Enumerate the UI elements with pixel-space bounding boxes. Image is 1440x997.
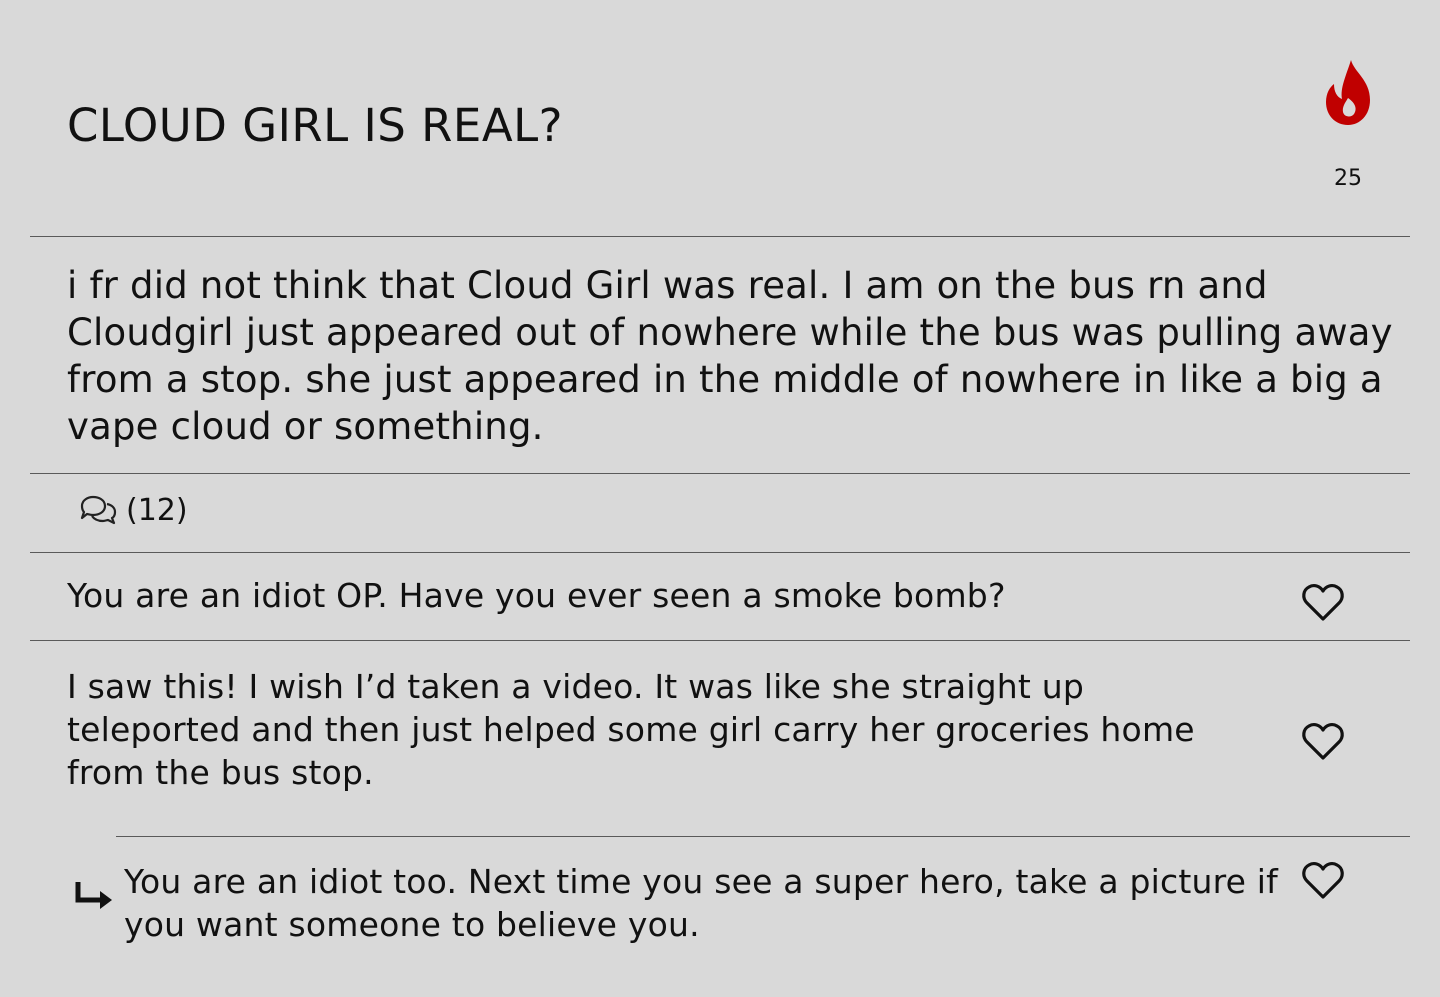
divider [30, 640, 1410, 641]
heart-icon[interactable] [1301, 860, 1345, 900]
comments-toggle[interactable]: (12) [78, 490, 188, 530]
hot-count: 25 [1334, 166, 1362, 191]
post-title: CLOUD GIRL IS REAL? [67, 99, 564, 152]
divider [30, 473, 1410, 474]
comments-count: (12) [126, 492, 188, 528]
divider [30, 552, 1410, 553]
flame-icon [1326, 60, 1370, 125]
comment-text: I saw this! I wish I’d taken a video. It… [67, 667, 1195, 792]
hot-indicator[interactable] [1310, 58, 1386, 128]
reply-arrow-icon [75, 882, 112, 909]
heart-icon[interactable] [1301, 721, 1345, 761]
comments-icon [80, 495, 117, 525]
reply-text: You are an idiot too. Next time you see … [124, 862, 1278, 944]
post-body: i fr did not think that Cloud Girl was r… [67, 264, 1393, 448]
divider [116, 836, 1410, 837]
heart-icon[interactable] [1301, 582, 1345, 622]
comment-text: You are an idiot OP. Have you ever seen … [67, 576, 1006, 615]
divider [30, 236, 1410, 237]
